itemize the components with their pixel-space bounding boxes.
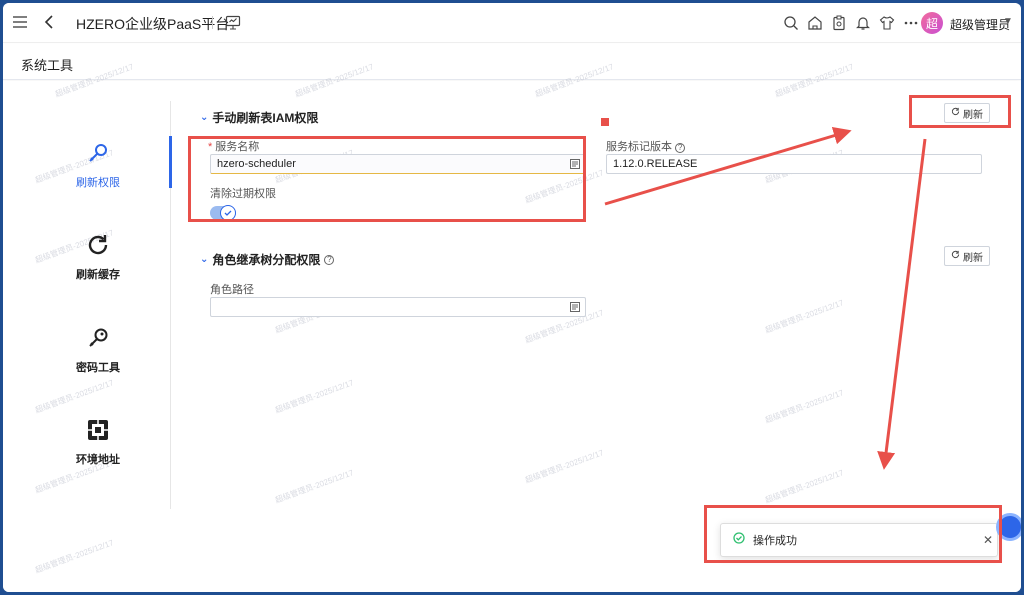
- monitor-icon[interactable]: [225, 15, 241, 30]
- search-icon[interactable]: [783, 15, 799, 31]
- lookup-icon[interactable]: [570, 302, 580, 312]
- home-icon[interactable]: [807, 15, 823, 31]
- watermark: 超级管理员-2025/12/17: [763, 468, 845, 505]
- service-version-input[interactable]: 1.12.0.RELEASE: [606, 154, 982, 174]
- section-title-text: 角色继承树分配权限: [212, 253, 321, 267]
- toolbar-icons: [783, 15, 919, 31]
- menu-icon[interactable]: [12, 15, 28, 29]
- top-bar: HZERO企业级PaaS平台 超 超级管理员 ▼: [3, 3, 1021, 43]
- annotation-dot: [601, 118, 609, 126]
- service-version-value: 1.12.0.RELEASE: [613, 158, 698, 170]
- sidebar-item-password-tool[interactable]: 密码工具: [53, 326, 143, 376]
- environment-icon: [86, 418, 110, 442]
- watermark: 超级管理员-2025/12/17: [763, 298, 845, 335]
- back-arrow-icon[interactable]: [43, 14, 55, 30]
- more-icon[interactable]: [903, 15, 919, 31]
- avatar[interactable]: 超: [921, 12, 943, 34]
- key-search-icon: [86, 141, 110, 165]
- service-version-label: 服务标记版本 ?: [606, 138, 686, 154]
- role-path-input[interactable]: [210, 297, 586, 317]
- refresh-role-tree-button[interactable]: 刷新: [944, 246, 990, 266]
- sidebar-item-label: 刷新缓存: [76, 269, 120, 281]
- refresh-icon: [86, 233, 110, 257]
- watermark: 超级管理员-2025/12/17: [273, 468, 355, 505]
- section-role-tree-title[interactable]: ⌄ 角色继承树分配权限 ?: [200, 251, 335, 268]
- sidebar-item-label: 密码工具: [76, 362, 120, 374]
- nav-active-indicator: [169, 136, 172, 188]
- section-title-text: 手动刷新表IAM权限: [212, 111, 319, 125]
- help-icon[interactable]: ?: [324, 254, 335, 265]
- watermark: 超级管理员-2025/12/17: [763, 388, 845, 425]
- help-icon[interactable]: ?: [675, 143, 686, 153]
- sidebar-item-refresh-permission[interactable]: 刷新权限: [53, 141, 143, 191]
- annotation-box-refresh-button: [909, 95, 1011, 128]
- key-icon: [86, 326, 110, 350]
- sidebar-item-label: 环境地址: [76, 454, 120, 466]
- bell-icon[interactable]: [855, 15, 871, 31]
- sidebar-item-label: 刷新权限: [76, 177, 120, 189]
- watermark: 超级管理员-2025/12/17: [523, 448, 605, 485]
- app-window: HZERO企业级PaaS平台 超 超级管理员 ▼ 系统工具 超级管理员-2025…: [3, 3, 1021, 592]
- sidebar-item-environment-address[interactable]: 环境地址: [53, 418, 143, 468]
- page-header: 系统工具: [3, 44, 1021, 80]
- user-name[interactable]: 超级管理员: [950, 16, 1010, 33]
- page-title: 系统工具: [21, 58, 74, 73]
- sidebar-item-refresh-cache[interactable]: 刷新缓存: [53, 233, 143, 283]
- role-path-label: 角色路径: [210, 284, 254, 296]
- shirt-icon[interactable]: [879, 15, 895, 31]
- refresh-icon: [951, 250, 960, 262]
- watermark: 超级管理员-2025/12/17: [273, 378, 355, 415]
- app-title: HZERO企业级PaaS平台: [76, 16, 230, 32]
- watermark: 超级管理员-2025/12/17: [33, 538, 115, 575]
- clipboard-icon[interactable]: [831, 15, 847, 31]
- side-nav: 刷新权限 刷新缓存 密码工具 环境地址: [3, 81, 173, 511]
- annotation-box-service-fields: [188, 136, 586, 222]
- chevron-down-icon: ⌄: [200, 112, 209, 123]
- divider: [212, 16, 213, 29]
- refresh-label: 刷新: [963, 252, 983, 264]
- annotation-box-toast: [704, 505, 1002, 563]
- service-version-label-text: 服务标记版本: [606, 141, 672, 153]
- section-iam-refresh-title[interactable]: ⌄ 手动刷新表IAM权限: [200, 109, 318, 126]
- chevron-down-icon: ⌄: [200, 254, 209, 265]
- chevron-down-icon[interactable]: ▼: [1003, 16, 1013, 27]
- main-content: 超级管理员-2025/12/17 超级管理员-2025/12/17 超级管理员-…: [3, 62, 1021, 592]
